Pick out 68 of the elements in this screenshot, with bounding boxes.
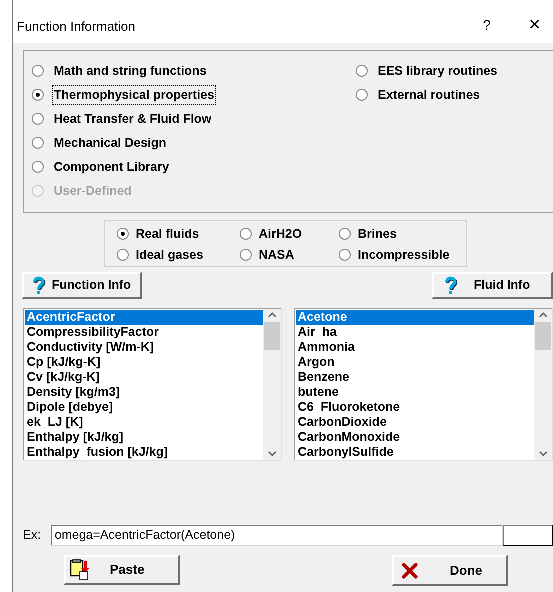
chevron-up-icon[interactable] [268,312,276,318]
list-item[interactable]: butene [296,385,534,400]
option-label[interactable]: Math and string functions [53,62,208,80]
radio-button[interactable] [32,65,44,77]
radio-button[interactable] [240,249,252,261]
scrollbar-thumb[interactable] [535,322,551,350]
list-item[interactable]: Air_ha [296,325,534,340]
radio-button[interactable] [356,65,368,77]
radio-button[interactable] [117,249,129,261]
radio-button[interactable] [32,137,44,149]
radio-button[interactable] [32,161,44,173]
paste-button[interactable]: Paste [64,555,180,585]
option-label[interactable]: Incompressible [358,246,450,264]
list-item[interactable]: Ammonia [296,340,534,355]
list-item[interactable]: Cv [kJ/kg-K] [25,370,263,385]
question-mark-icon [32,276,46,296]
function-info-button[interactable]: Function Info [22,272,142,299]
text-field[interactable] [503,525,553,546]
option-label[interactable]: Thermophysical properties [53,86,216,104]
close-button[interactable]: × [525,17,545,34]
option-label[interactable]: Brines [358,224,397,244]
list-item[interactable]: ek_LJ [K] [25,415,263,430]
list-item[interactable]: Benzene [296,370,534,385]
scrollbar[interactable] [263,309,281,460]
chevron-up-icon[interactable] [538,312,548,318]
radio-button[interactable] [339,228,351,240]
radio-button[interactable] [117,228,129,240]
example-field[interactable]: omega=AcentricFactor(Acetone) [50,525,504,546]
x-icon [402,562,418,578]
list-item[interactable]: Density [kg/m3] [25,385,263,400]
chevron-down-icon[interactable] [268,451,276,457]
scrollbar-thumb[interactable] [264,322,280,350]
list-item[interactable]: CompressibilityFactor [25,325,263,340]
list-item[interactable]: Cp [kJ/kg-K] [25,355,263,370]
option-label[interactable]: NASA [259,246,294,264]
option-label[interactable]: AirH2O [259,224,302,244]
option-label[interactable]: Real fluids [136,224,200,244]
window-title: Function Information [17,18,136,36]
list-item[interactable]: Dipole [debye] [25,400,263,415]
option-label[interactable]: EES library routines [377,62,498,80]
help-button[interactable]: ? [477,17,497,34]
option-label[interactable]: Heat Transfer & Fluid Flow [53,110,213,128]
fluid-info-button[interactable]: Fluid Info [432,272,553,299]
list-item[interactable]: CarbonylSulfide [296,445,534,460]
list-item[interactable]: Conductivity [W/m-K] [25,340,263,355]
radio-button[interactable] [32,89,44,101]
option-label[interactable]: External routines [377,86,482,104]
question-mark-icon [444,276,458,296]
list-item[interactable]: Acetone [296,310,534,325]
clipboard-paste-icon [70,559,90,581]
chevron-down-icon[interactable] [538,451,548,457]
radio-button[interactable] [356,89,368,101]
list-item[interactable]: Argon [296,355,534,370]
list-item[interactable]: C6_Fluoroketone [296,400,534,415]
option-label[interactable]: Ideal gases [136,246,204,264]
done-button[interactable]: Done [392,555,508,586]
scrollbar[interactable] [534,309,552,460]
option-label[interactable]: Mechanical Design [53,134,168,152]
example-label: Ex: [23,527,42,544]
radio-button[interactable] [32,113,44,125]
radio-button[interactable] [240,228,252,240]
list-item[interactable]: Enthalpy [kJ/kg] [25,430,263,445]
list-item[interactable]: AcentricFactor [25,310,263,325]
option-label[interactable]: Component Library [53,158,170,176]
list-item[interactable]: Enthalpy_fusion [kJ/kg] [25,445,263,460]
radio-button[interactable] [339,249,351,261]
list-item[interactable]: CarbonDioxide [296,415,534,430]
list-item[interactable]: CarbonMonoxide [296,430,534,445]
